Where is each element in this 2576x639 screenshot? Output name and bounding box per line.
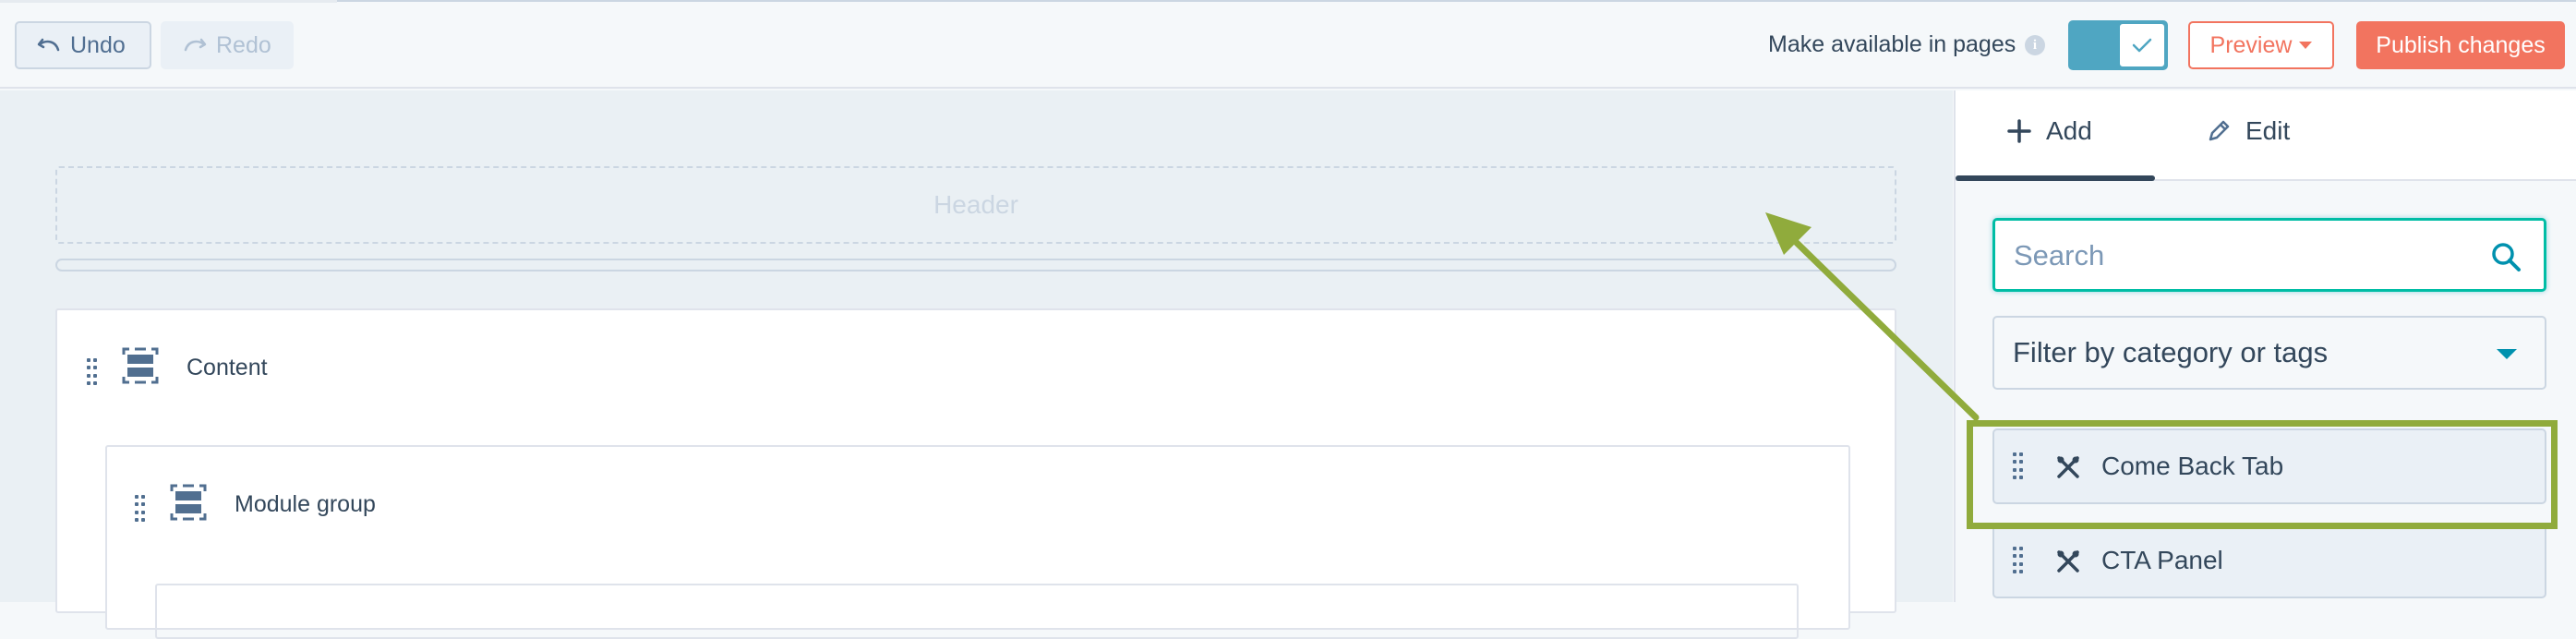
- search-input[interactable]: [2014, 237, 2457, 274]
- redo-label: Redo: [216, 31, 271, 58]
- filter-label: Filter by category or tags: [2013, 336, 2329, 368]
- caret-down-icon: [2299, 42, 2313, 49]
- tab-strip: [0, 0, 337, 3]
- active-tab-indicator: [1956, 175, 2155, 181]
- sidebar-tabs: Add Edit: [1956, 90, 2576, 181]
- module-group[interactable]: Module group: [105, 445, 1850, 639]
- drag-handle-icon[interactable]: [2013, 547, 2023, 574]
- undo-label: Undo: [70, 31, 126, 58]
- wrench-scissors-icon: [2057, 550, 2079, 573]
- info-icon[interactable]: i: [2025, 35, 2045, 55]
- tab-strip-line: [337, 0, 2576, 2]
- drag-handle-icon[interactable]: [87, 358, 97, 386]
- tab-add-label: Add: [2046, 116, 2092, 145]
- check-icon: [2132, 38, 2152, 53]
- module-group-label: Module group: [235, 491, 376, 517]
- redo-button[interactable]: Redo: [161, 21, 294, 69]
- pencil-icon: [2209, 120, 2230, 141]
- section-divider: [55, 259, 1896, 271]
- header-label: Header: [933, 190, 1018, 219]
- annotation-highlight-box: [1967, 420, 2558, 529]
- filter-dropdown[interactable]: Filter by category or tags: [1992, 316, 2546, 390]
- top-toolbar: Undo Redo Make available in pages i Prev…: [0, 0, 2576, 89]
- tab-edit-label: Edit: [2245, 116, 2291, 145]
- publish-label: Publish changes: [2376, 31, 2546, 58]
- nested-module[interactable]: [155, 584, 1799, 639]
- drag-handle-icon[interactable]: [135, 495, 145, 523]
- header-dropzone[interactable]: Header: [55, 166, 1896, 244]
- plus-icon: [2007, 119, 2031, 143]
- template-canvas: Header Content Module group: [0, 90, 1953, 639]
- publish-changes-button[interactable]: Publish changes: [2356, 21, 2565, 69]
- preview-button[interactable]: Preview: [2188, 21, 2334, 69]
- content-section[interactable]: Content Module group: [55, 308, 1896, 639]
- search-icon[interactable]: [2490, 241, 2522, 272]
- toggle-knob: [2118, 22, 2166, 68]
- undo-button[interactable]: Undo: [15, 21, 151, 69]
- section-icon: [122, 347, 159, 384]
- content-label: Content: [187, 355, 268, 380]
- redo-icon: [184, 38, 207, 52]
- section-icon: [170, 484, 207, 521]
- undo-icon: [37, 38, 60, 52]
- tab-edit[interactable]: Edit: [2207, 116, 2290, 146]
- chevron-down-icon: [2497, 349, 2517, 359]
- tab-add[interactable]: Add: [2007, 116, 2092, 146]
- module-item-cta-panel[interactable]: CTA Panel: [1992, 523, 2546, 598]
- make-available-label: Make available in pages: [1768, 31, 2016, 57]
- module-search[interactable]: [1992, 218, 2546, 292]
- preview-label: Preview: [2209, 31, 2293, 58]
- make-available-toggle[interactable]: [2068, 20, 2168, 70]
- module-item-label: CTA Panel: [2101, 546, 2223, 574]
